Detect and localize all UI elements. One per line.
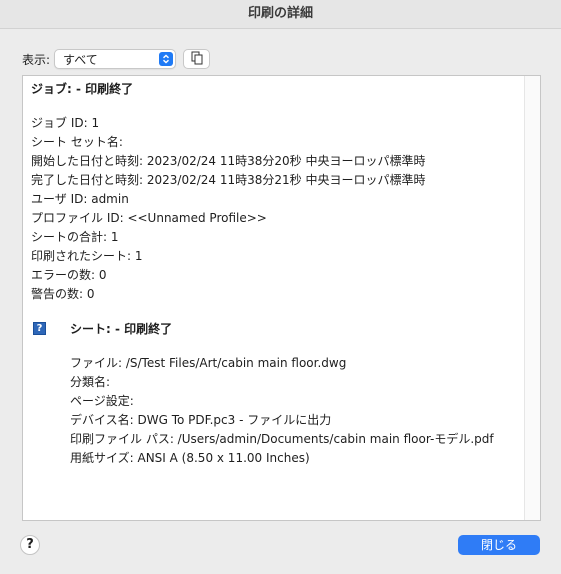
start-datetime: 開始した日付と時刻: 2023/02/24 11時38分20秒 中央ヨーロッパ標… (31, 154, 426, 168)
sheet-header: シート: - 印刷終了 (70, 322, 173, 336)
view-select[interactable]: すべて (54, 49, 177, 69)
sheet-set-name: シート セット名: (31, 135, 123, 149)
profile-id: プロファイル ID: <<Unnamed Profile>> (31, 211, 267, 225)
vertical-scrollbar[interactable] (524, 76, 540, 520)
copy-icon (191, 51, 203, 68)
details-panel[interactable]: ジョブ: - 印刷終了 ジョブ ID: 1 シート セット名: 開始した日付と時… (22, 75, 541, 521)
end-datetime: 完了した日付と時刻: 2023/02/24 11時38分21秒 中央ヨーロッパ標… (31, 173, 426, 187)
details-content: ジョブ: - 印刷終了 ジョブ ID: 1 シート セット名: 開始した日付と時… (31, 80, 521, 468)
sheet-page-setup: ページ設定: (70, 394, 134, 408)
job-header: ジョブ: - 印刷終了 (31, 82, 134, 96)
error-count: エラーの数: 0 (31, 268, 107, 282)
help-button[interactable]: ? (20, 535, 40, 555)
sheets-plotted: 印刷されたシート: 1 (31, 249, 143, 263)
view-label: 表示: (22, 52, 51, 67)
warning-count: 警告の数: 0 (31, 287, 95, 301)
question-icon: ? (33, 322, 46, 335)
copy-button[interactable] (183, 49, 211, 69)
sheet-device: デバイス名: DWG To PDF.pc3 - ファイルに出力 (70, 413, 332, 427)
sheet-header-row: ? シート: - 印刷終了 (31, 320, 521, 339)
job-id: ジョブ ID: 1 (31, 116, 100, 130)
user-id: ユーザ ID: admin (31, 192, 129, 206)
chevron-updown-icon (159, 52, 174, 66)
window-title: 印刷の詳細 (0, 0, 561, 29)
sheet-plot-path: 印刷ファイル パス: /Users/admin/Documents/cabin … (70, 432, 494, 446)
sheet-category: 分類名: (70, 375, 111, 389)
sheet-paper-size: 用紙サイズ: ANSI A (8.50 x 11.00 Inches) (70, 451, 310, 465)
view-select-value: すべて (63, 52, 98, 67)
close-button[interactable]: 閉じる (458, 535, 540, 555)
sheet-total: シートの合計: 1 (31, 230, 119, 244)
toolbar: 表示: すべて (22, 48, 542, 70)
sheet-file: ファイル: /S/Test Files/Art/cabin main floor… (70, 356, 347, 370)
